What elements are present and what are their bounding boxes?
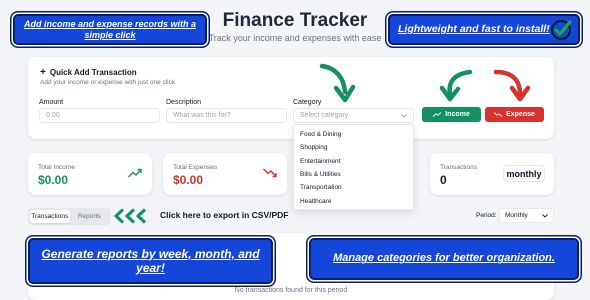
expense-button[interactable]: Expense <box>485 107 544 122</box>
period-label: Period: <box>476 212 497 219</box>
quick-add-title: Quick Add Transaction <box>49 68 137 77</box>
transactions-value: 0 <box>440 173 447 187</box>
tab-transactions[interactable]: Transactions <box>30 210 70 223</box>
green-arrow-curve-icon <box>439 69 473 102</box>
category-option-food[interactable]: Food & Dining <box>294 128 413 141</box>
category-option-transportation[interactable]: Transportation <box>294 181 413 194</box>
total-income-value: $0.00 <box>38 173 69 187</box>
category-option-bills[interactable]: Bills & Utilities <box>294 168 413 181</box>
trend-down-icon <box>493 112 503 117</box>
tab-reports[interactable]: Reports <box>70 210 110 223</box>
view-tabs: Transactions Reports <box>28 208 111 225</box>
quick-add-description: Add your income or expense with just one… <box>40 79 176 86</box>
promo-quick-add-text: Add income and expense records with a si… <box>23 18 197 40</box>
promo-reports: Generate reports by week, month, and yea… <box>28 238 273 284</box>
promo-categories-text: Manage categories for better organizatio… <box>333 252 555 265</box>
promo-reports-text: Generate reports by week, month, and yea… <box>41 246 260 275</box>
total-expenses-label: Total Expenses <box>173 164 218 171</box>
amount-placeholder: 0.00 <box>46 112 60 119</box>
promo-install: Lightweight and fast to install! <box>388 14 580 45</box>
category-dropdown: Food & Dining Shopping Entertainment Bil… <box>293 124 414 210</box>
trend-up-icon <box>432 112 442 117</box>
category-option-entertainment[interactable]: Entertainment <box>294 155 413 168</box>
period-badge: monthly <box>503 165 545 182</box>
export-note: Click here to export in CSV/PDF <box>160 210 289 220</box>
transactions-label: Transactions <box>440 164 477 171</box>
promo-categories: Manage categories for better organizatio… <box>309 238 579 280</box>
trend-down-icon <box>263 168 277 178</box>
income-button-label: Income <box>445 111 470 118</box>
category-option-shopping[interactable]: Shopping <box>294 141 413 154</box>
total-expenses-card: Total Expenses $0.00 <box>163 153 287 195</box>
amount-input[interactable]: 0.00 <box>39 108 160 123</box>
description-label: Description <box>166 99 202 106</box>
empty-transactions-message: No transactions found for this period <box>234 287 348 294</box>
transactions-count-card: Transactions 0 monthly <box>430 153 554 195</box>
green-arrow-down-icon <box>319 63 356 103</box>
promo-quick-add: Add income and expense records with a si… <box>13 14 207 45</box>
plus-icon: + <box>40 67 46 78</box>
period-select[interactable]: Monthly <box>499 208 554 223</box>
category-select[interactable]: Select category <box>293 108 414 123</box>
total-income-card: Total Income $0.00 <box>28 153 152 195</box>
check-circle-icon <box>551 20 572 40</box>
amount-label: Amount <box>39 99 64 106</box>
expense-button-label: Expense <box>506 111 535 118</box>
trend-up-icon <box>128 168 142 178</box>
quick-add-heading: + Quick Add Transaction <box>40 67 137 78</box>
category-option-healthcare[interactable]: Healthcare <box>294 194 413 207</box>
period-value: Monthly <box>505 212 528 219</box>
red-arrow-curve-icon <box>493 69 531 102</box>
description-placeholder: What was this for? <box>173 112 231 119</box>
income-button[interactable]: Income <box>422 107 481 122</box>
chevron-down-icon <box>401 113 407 118</box>
total-income-label: Total Income <box>38 164 75 171</box>
description-input[interactable]: What was this for? <box>166 108 287 123</box>
triple-chevron-left-icon <box>114 208 147 224</box>
total-expenses-value: $0.00 <box>173 173 204 187</box>
promo-install-text: Lightweight and fast to install! <box>398 23 550 36</box>
chevron-down-icon <box>542 213 548 218</box>
category-placeholder: Select category <box>300 112 349 119</box>
